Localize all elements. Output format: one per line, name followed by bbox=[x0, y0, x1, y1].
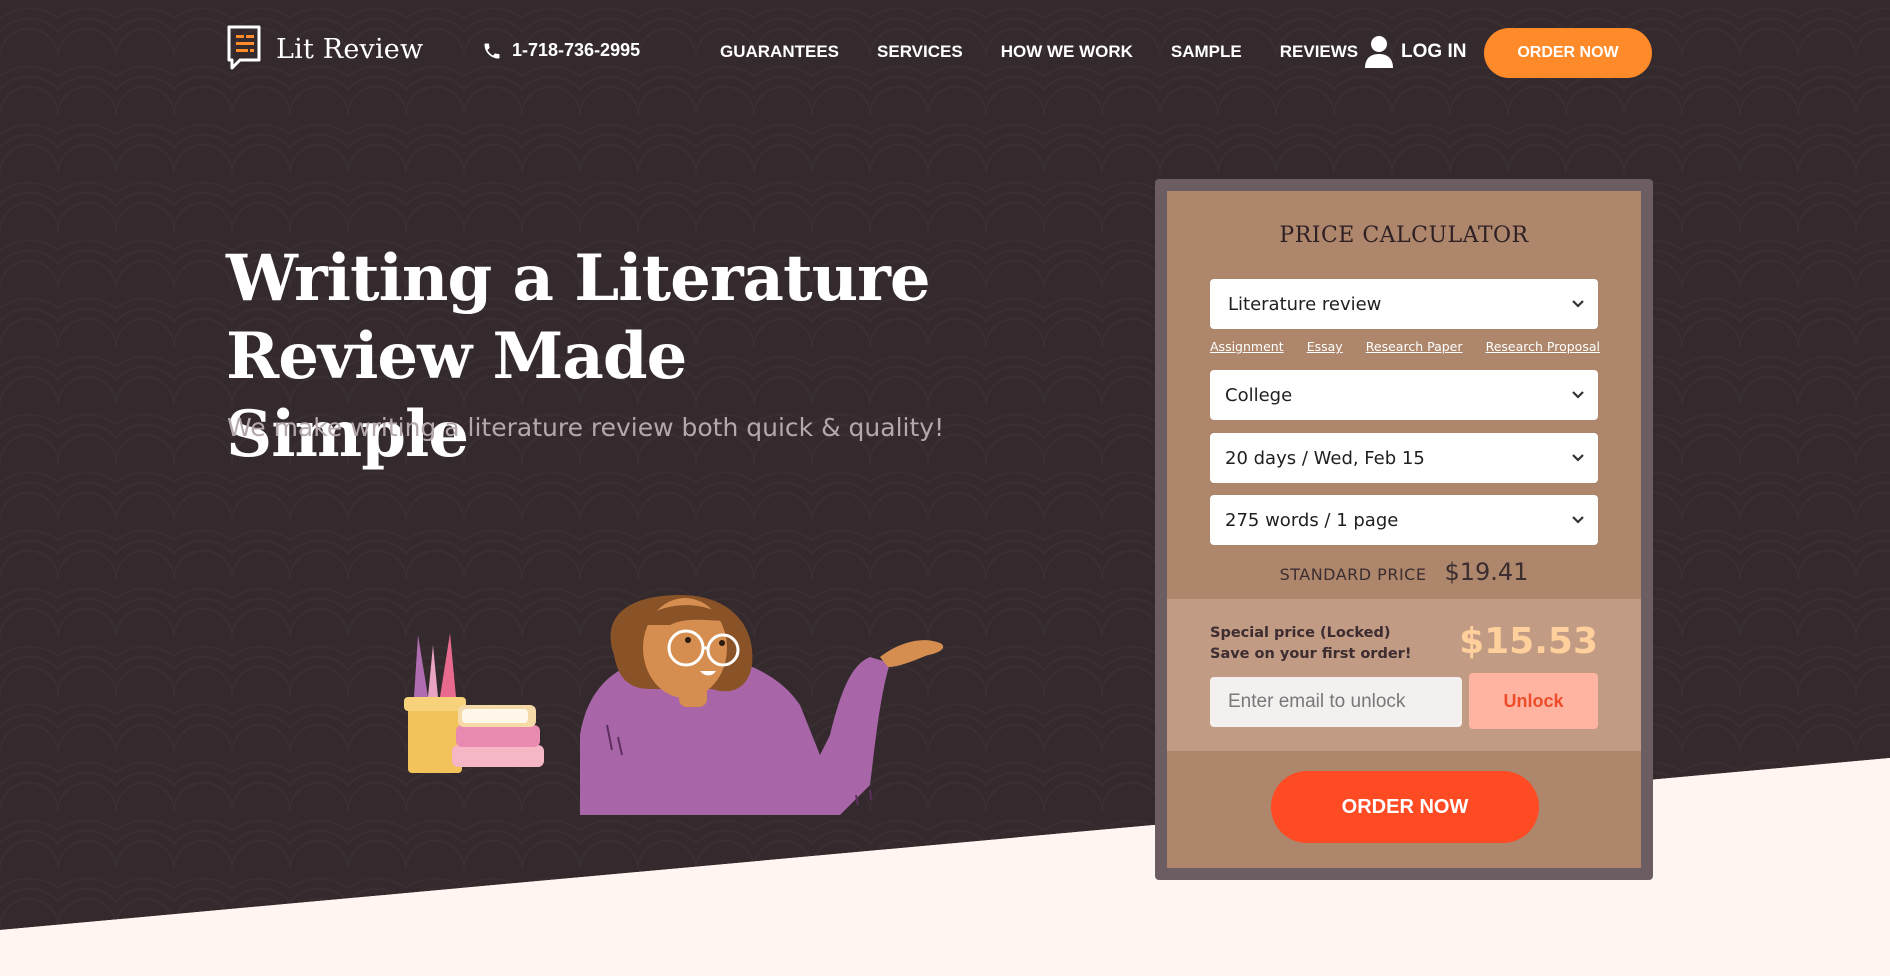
quick-link-research-proposal[interactable]: Research Proposal bbox=[1486, 339, 1600, 354]
pages-select[interactable]: 275 words / 1 page bbox=[1210, 495, 1598, 545]
logo[interactable]: Lit Review bbox=[226, 24, 423, 74]
student-illustration bbox=[404, 595, 944, 815]
nav-reviews[interactable]: REVIEWS bbox=[1280, 42, 1358, 62]
unlock-email-input[interactable] bbox=[1210, 677, 1462, 727]
hero-subtitle: We make writing a literature review both… bbox=[227, 413, 945, 442]
nav-sample[interactable]: SAMPLE bbox=[1171, 42, 1242, 62]
paper-type-value: Literature review bbox=[1228, 293, 1382, 315]
paper-type-select[interactable]: Literature review bbox=[1210, 279, 1598, 329]
special-price-save-label: Save on your first order! bbox=[1210, 646, 1412, 662]
phone-number: 1-718-736-2995 bbox=[512, 40, 641, 60]
special-price-panel: Special price (Locked) Save on your firs… bbox=[1167, 599, 1641, 751]
chevron-down-icon bbox=[1572, 300, 1584, 308]
special-price-locked-label: Special price (Locked) bbox=[1210, 625, 1391, 641]
login-button[interactable]: LOG IN bbox=[1363, 35, 1466, 69]
user-icon bbox=[1365, 36, 1393, 68]
price-calculator: PRICE CALCULATOR Literature review Assig… bbox=[1167, 191, 1641, 868]
site-header: Lit Review 1-718-736-2995 GUARANTEES SER… bbox=[0, 0, 1890, 106]
quick-link-essay[interactable]: Essay bbox=[1307, 339, 1343, 354]
quick-link-assignment[interactable]: Assignment bbox=[1210, 339, 1284, 354]
standard-price-label: STANDARD PRICE bbox=[1279, 565, 1427, 584]
deadline-value: 20 days / Wed, Feb 15 bbox=[1225, 447, 1425, 469]
main-nav: GUARANTEES SERVICES HOW WE WORK SAMPLE R… bbox=[720, 42, 1358, 62]
phone-icon bbox=[484, 43, 500, 58]
logo-icon bbox=[227, 25, 261, 70]
logo-text: Lit Review bbox=[276, 33, 424, 65]
nav-guarantees[interactable]: GUARANTEES bbox=[720, 42, 839, 62]
nav-services[interactable]: SERVICES bbox=[877, 42, 963, 62]
academic-level-select[interactable]: College bbox=[1210, 370, 1598, 420]
login-label: LOG IN bbox=[1401, 41, 1467, 62]
chevron-down-icon bbox=[1572, 391, 1584, 399]
deadline-select[interactable]: 20 days / Wed, Feb 15 bbox=[1210, 433, 1598, 483]
phone-link[interactable]: 1-718-736-2995 bbox=[482, 40, 640, 61]
standard-price-value: $19.41 bbox=[1444, 558, 1529, 586]
calculator-title: PRICE CALCULATOR bbox=[1279, 223, 1529, 248]
special-price-value: $15.53 bbox=[1459, 621, 1598, 662]
calculator-order-now-button[interactable]: ORDER NOW bbox=[1271, 771, 1539, 843]
standard-price-row: STANDARD PRICE $19.41 bbox=[1167, 558, 1641, 586]
hero-title-line-2: Review Made Simple bbox=[226, 319, 687, 472]
quick-link-research-paper[interactable]: Research Paper bbox=[1366, 339, 1463, 354]
paper-type-quick-links: Assignment Essay Research Paper Research… bbox=[1210, 339, 1600, 354]
header-order-now-button[interactable]: ORDER NOW bbox=[1484, 28, 1652, 78]
chevron-down-icon bbox=[1572, 454, 1584, 462]
special-price-text: Special price (Locked) Save on your firs… bbox=[1210, 623, 1411, 665]
pages-value: 275 words / 1 page bbox=[1225, 509, 1399, 531]
nav-how-we-work[interactable]: HOW WE WORK bbox=[1001, 42, 1133, 62]
chevron-down-icon bbox=[1572, 516, 1584, 524]
unlock-button[interactable]: Unlock bbox=[1469, 673, 1598, 729]
academic-level-value: College bbox=[1225, 384, 1293, 406]
hero-title-line-1: Writing a Literature bbox=[226, 241, 931, 316]
